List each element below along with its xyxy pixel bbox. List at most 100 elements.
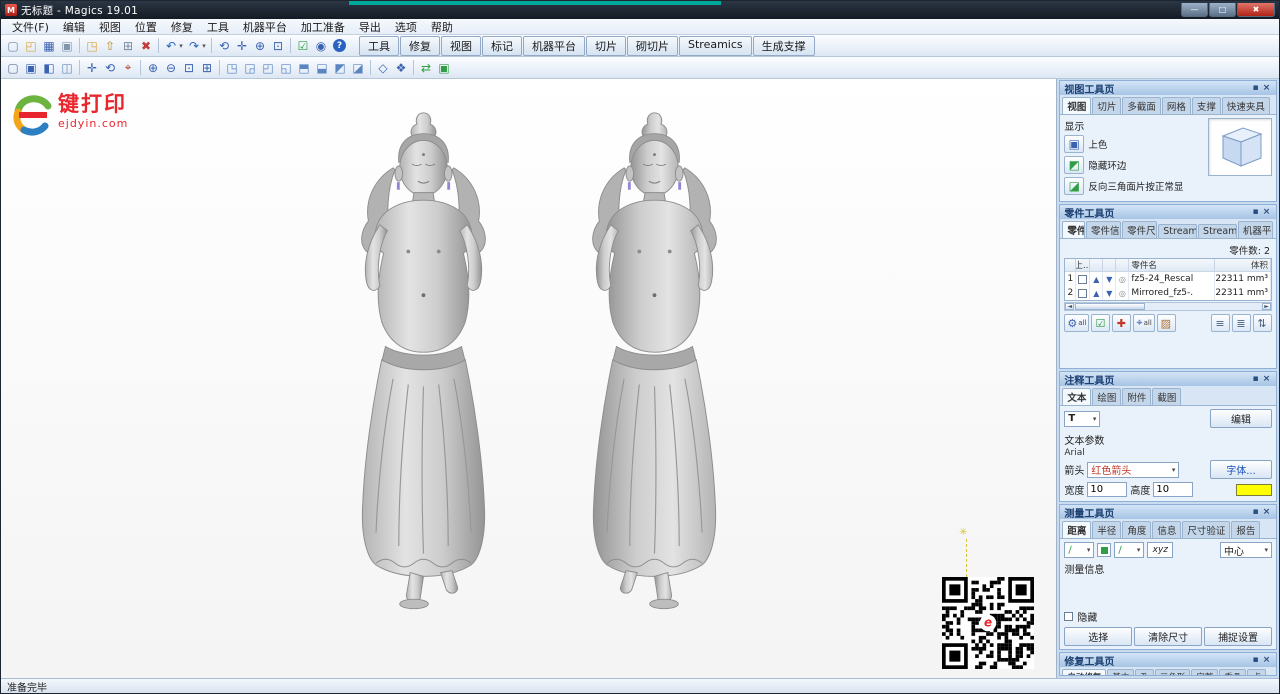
tab-item[interactable]: 机器平台 — [1238, 221, 1273, 238]
parts-table-hscrollbar[interactable]: ◄ ► — [1064, 302, 1272, 311]
tab-item[interactable]: 附件 — [1122, 388, 1151, 405]
view-iso-icon[interactable]: ◩ — [331, 59, 349, 77]
pin-icon[interactable]: ▪ — [1250, 83, 1261, 93]
module-tab[interactable]: 机器平台 — [523, 36, 585, 56]
orbit-icon[interactable]: ⟲ — [101, 59, 119, 77]
column-header[interactable]: 上... — [1076, 259, 1090, 271]
visibility-checkbox[interactable] — [1076, 286, 1090, 300]
zoom-in-icon[interactable]: ⊕ — [251, 37, 269, 55]
width-input[interactable] — [1087, 482, 1127, 497]
undo-dropdown-icon[interactable]: ▾ — [177, 37, 185, 55]
module-tab[interactable]: 砌切片 — [627, 36, 678, 56]
tab-item[interactable]: 孔 — [1135, 669, 1154, 676]
first-point-type-dropdown[interactable]: ∕▾ — [1064, 542, 1094, 558]
menu-item[interactable]: 机器平台 — [236, 19, 294, 34]
tab-item[interactable]: 支撑 — [1192, 97, 1221, 114]
new-file-icon[interactable]: ▢ — [4, 37, 22, 55]
color-swatch[interactable] — [1236, 484, 1272, 496]
tab-item[interactable]: 自动修复 — [1062, 669, 1106, 676]
column-header-name[interactable]: 零件名 — [1129, 259, 1215, 271]
view-iso-back-icon[interactable]: ◪ — [349, 59, 367, 77]
tab-item[interactable]: 网格 — [1162, 97, 1191, 114]
minimize-button[interactable]: — — [1181, 3, 1208, 17]
clear-dimensions-button[interactable]: 清除尺寸 — [1134, 627, 1202, 646]
toggle-visibility-icon[interactable]: ☑ — [1091, 314, 1110, 332]
menu-item[interactable]: 视图 — [92, 19, 128, 34]
module-tab[interactable]: 生成支撑 — [753, 36, 815, 56]
menu-item[interactable]: 修复 — [164, 19, 200, 34]
export-part-icon[interactable]: ⇧ — [101, 37, 119, 55]
text-style-dropdown[interactable]: T▾ — [1064, 411, 1100, 427]
save-all-icon[interactable]: ▣ — [58, 37, 76, 55]
tab-item[interactable]: 重叠 — [1219, 669, 1246, 676]
visibility-checkbox[interactable] — [1076, 272, 1090, 286]
swap-platform-icon[interactable]: ⇄ — [417, 59, 435, 77]
scroll-left-icon[interactable]: ◄ — [1065, 303, 1074, 310]
menu-item[interactable]: 加工准备 — [294, 19, 352, 34]
view-right-icon[interactable]: ◱ — [277, 59, 295, 77]
zoom-box-icon[interactable]: ⊞ — [198, 59, 216, 77]
3d-viewport[interactable]: 键打印 ejdyin.com — [1, 79, 1057, 678]
tab-item[interactable]: 信息 — [1152, 521, 1181, 538]
tab-item[interactable]: 三角形 — [1155, 669, 1191, 676]
transparent-mode-icon[interactable]: ◫ — [58, 59, 76, 77]
save-icon[interactable]: ▦ — [40, 37, 58, 55]
scrollbar-thumb[interactable] — [1075, 303, 1145, 310]
hide-edges-button[interactable]: ◩ — [1064, 156, 1084, 174]
zoom-window-icon[interactable]: ⊡ — [269, 37, 287, 55]
close-icon[interactable]: × — [1261, 83, 1272, 93]
tab-item[interactable]: 角度 — [1122, 521, 1151, 538]
part-model-2[interactable] — [593, 113, 717, 609]
tab-item[interactable]: 截图 — [1152, 388, 1181, 405]
select-all-parts-icon[interactable]: ⚙all — [1064, 314, 1089, 332]
edit-button[interactable]: 编辑 — [1210, 409, 1272, 428]
tab-item[interactable]: 尺寸验证 — [1182, 521, 1230, 538]
pin-icon[interactable]: ▪ — [1250, 655, 1261, 665]
tab-item[interactable]: Stream... — [1198, 224, 1237, 238]
menu-item[interactable]: 工具 — [200, 19, 236, 34]
snap-settings-button[interactable]: 捕捉设置 — [1204, 627, 1272, 646]
tab-item[interactable]: 距离 — [1062, 521, 1091, 538]
zoom-parts-icon[interactable]: ⌖all — [1133, 314, 1154, 332]
menu-item[interactable]: 帮助 — [424, 19, 460, 34]
part-model-1[interactable] — [362, 113, 486, 609]
height-input[interactable] — [1153, 482, 1193, 497]
zoom-in-icon[interactable]: ⊕ — [144, 59, 162, 77]
shaded-edges-mode-icon[interactable]: ◧ — [40, 59, 58, 77]
orientation-cube-preview[interactable] — [1208, 118, 1272, 176]
menu-item[interactable]: 编辑 — [56, 19, 92, 34]
sort-parts-icon[interactable]: ⇅ — [1253, 314, 1272, 332]
module-tab[interactable]: 工具 — [359, 36, 399, 56]
view-left-icon[interactable]: ◰ — [259, 59, 277, 77]
view-bottom-icon[interactable]: ⬓ — [313, 59, 331, 77]
maximize-button[interactable]: □ — [1209, 3, 1236, 17]
tab-item[interactable]: 零件 — [1062, 221, 1085, 238]
hide-checkbox[interactable] — [1064, 612, 1073, 621]
open-folder-icon[interactable]: ◰ — [22, 37, 40, 55]
view-top-icon[interactable]: ⬒ — [295, 59, 313, 77]
close-icon[interactable]: × — [1261, 507, 1272, 517]
close-icon[interactable]: × — [1261, 655, 1272, 665]
delete-part-icon[interactable]: ✖ — [137, 37, 155, 55]
module-tab[interactable]: 标记 — [482, 36, 522, 56]
help-icon[interactable]: ? — [333, 39, 346, 52]
default-views-icon[interactable]: ❖ — [392, 59, 410, 77]
tab-item[interactable]: 切片 — [1092, 97, 1121, 114]
tab-item[interactable]: 文本 — [1062, 388, 1091, 405]
import-part-icon[interactable]: ◳ — [83, 37, 101, 55]
menu-item[interactable]: 选项 — [388, 19, 424, 34]
close-button[interactable]: ✖ — [1237, 3, 1275, 17]
pin-icon[interactable]: ▪ — [1250, 507, 1261, 517]
tab-item[interactable]: 完整 — [1191, 669, 1218, 676]
menu-item[interactable]: 文件(F) — [5, 19, 56, 34]
second-point-type-dropdown[interactable]: ∕▾ — [1114, 542, 1144, 558]
tab-item[interactable]: 绘图 — [1092, 388, 1121, 405]
title-bar[interactable]: M 无标题 - Magics 19.01 — □ ✖ — [1, 1, 1279, 19]
zoom-out-icon[interactable]: ⊖ — [162, 59, 180, 77]
menu-item[interactable]: 导出 — [352, 19, 388, 34]
pan-view-icon[interactable]: ✛ — [233, 37, 251, 55]
scroll-right-icon[interactable]: ► — [1262, 303, 1271, 310]
redo-dropdown-icon[interactable]: ▾ — [200, 37, 208, 55]
tab-item[interactable]: 报告 — [1231, 521, 1260, 538]
pin-icon[interactable]: ▪ — [1250, 374, 1261, 384]
